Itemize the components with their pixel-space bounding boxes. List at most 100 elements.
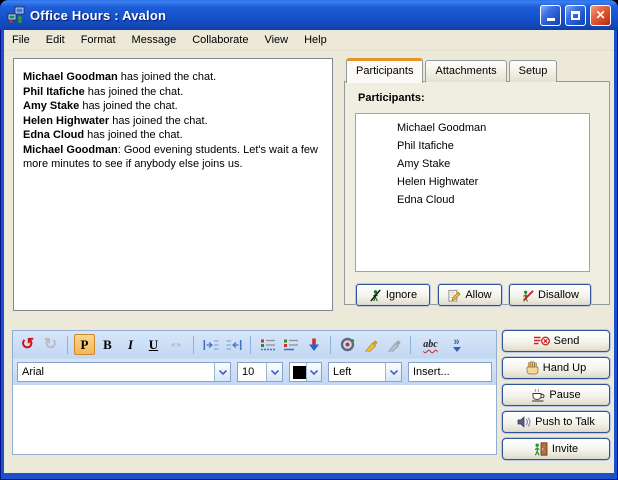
- more-tools-icon: »: [453, 338, 461, 352]
- redo-icon: ↻: [44, 337, 57, 353]
- down-arrow-icon: [308, 338, 320, 352]
- speaker-icon: [517, 416, 531, 428]
- app-window: Office Hours : Avalon ✕ File Edit Format…: [0, 0, 618, 480]
- toolbar-separator: [193, 336, 194, 354]
- spell-check-icon: abc: [423, 339, 437, 350]
- push-to-talk-button[interactable]: Push to Talk: [502, 411, 610, 433]
- close-icon: ✕: [595, 8, 605, 22]
- menu-edit[interactable]: Edit: [38, 31, 73, 49]
- allow-pencil-icon: [448, 289, 461, 302]
- format-painter-button[interactable]: [383, 334, 404, 355]
- minimize-button[interactable]: [540, 5, 561, 26]
- pause-button[interactable]: Pause: [502, 384, 610, 406]
- spell-check-button[interactable]: abc: [417, 334, 444, 355]
- symbols-button[interactable]: «»: [166, 334, 187, 355]
- italic-icon: I: [128, 337, 133, 353]
- scroll-to-bottom-button[interactable]: [303, 334, 324, 355]
- invite-door-icon: [534, 442, 548, 456]
- title-bar: Office Hours : Avalon ✕: [0, 0, 618, 30]
- alignment-value: Left: [329, 366, 385, 378]
- message-filter-button-2[interactable]: [280, 334, 301, 355]
- allow-label: Allow: [465, 289, 491, 301]
- paragraph-style-button[interactable]: P: [74, 334, 95, 355]
- disallow-person-icon: [521, 289, 534, 302]
- message-filter-button-1[interactable]: [257, 334, 278, 355]
- redo-button[interactable]: ↻: [40, 334, 61, 355]
- send-icon: [533, 335, 550, 347]
- chat-message: Amy Stake has joined the chat.: [23, 99, 324, 114]
- chevron-down-icon: [306, 363, 321, 381]
- hand-up-button[interactable]: Hand Up: [502, 357, 610, 379]
- toolbar-separator: [410, 336, 411, 354]
- tab-attachments[interactable]: Attachments: [425, 60, 506, 82]
- list-item[interactable]: Amy Stake: [356, 156, 589, 174]
- circular-arrows-button[interactable]: [337, 334, 358, 355]
- toolbar-separator: [67, 336, 68, 354]
- bold-button[interactable]: B: [97, 334, 118, 355]
- hand-icon: [526, 361, 539, 375]
- undo-icon: ↺: [21, 337, 34, 353]
- more-tools-button[interactable]: »: [446, 334, 467, 355]
- message-input[interactable]: [13, 385, 496, 454]
- ignore-button[interactable]: Ignore: [356, 284, 430, 306]
- font-toolbar: Arial 10 L: [13, 358, 496, 385]
- insert-combo[interactable]: Insert...: [408, 362, 492, 382]
- color-swatch: [293, 366, 306, 379]
- list-item[interactable]: Edna Cloud: [356, 192, 589, 210]
- symbols-icon: «»: [171, 340, 182, 349]
- participants-label: Participants:: [358, 92, 425, 104]
- menu-file[interactable]: File: [4, 31, 38, 49]
- minimize-icon: [547, 18, 555, 21]
- tab-setup[interactable]: Setup: [509, 60, 558, 82]
- font-name-value: Arial: [18, 366, 214, 378]
- font-size-value: 10: [238, 366, 266, 378]
- list-item[interactable]: Michael Goodman: [356, 120, 589, 138]
- green-marker-list-icon: [283, 338, 299, 351]
- allow-button[interactable]: Allow: [438, 284, 502, 306]
- menu-collaborate[interactable]: Collaborate: [184, 31, 256, 49]
- tab-participants[interactable]: Participants: [346, 58, 423, 83]
- toolbar-separator: [330, 336, 331, 354]
- pause-label: Pause: [549, 389, 580, 401]
- highlighter-icon: [364, 338, 378, 352]
- indent-decrease-icon: [226, 339, 242, 351]
- underline-button[interactable]: U: [143, 334, 164, 355]
- menu-view[interactable]: View: [256, 31, 296, 49]
- alignment-combo[interactable]: Left: [328, 362, 402, 382]
- insert-value: Insert...: [409, 366, 491, 378]
- chat-message: Helen Highwater has joined the chat.: [23, 114, 324, 129]
- font-name-combo[interactable]: Arial: [17, 362, 231, 382]
- chat-message: Michael Goodman: Good evening students. …: [23, 143, 324, 172]
- close-button[interactable]: ✕: [590, 5, 611, 26]
- circular-arrows-icon: [340, 337, 355, 352]
- italic-button[interactable]: I: [120, 334, 141, 355]
- maximize-button[interactable]: [565, 5, 586, 26]
- font-size-combo[interactable]: 10: [237, 362, 283, 382]
- indent-increase-button[interactable]: [200, 334, 221, 355]
- highlighter-button[interactable]: [360, 334, 381, 355]
- send-button[interactable]: Send: [502, 330, 610, 352]
- participants-list[interactable]: Michael Goodman Phil Itafiche Amy Stake …: [355, 113, 590, 272]
- indent-decrease-button[interactable]: [223, 334, 244, 355]
- text-color-combo[interactable]: [289, 362, 322, 382]
- invite-button[interactable]: Invite: [502, 438, 610, 460]
- maximize-icon: [571, 11, 580, 20]
- underline-icon: U: [149, 337, 158, 353]
- window-title: Office Hours : Avalon: [30, 8, 166, 23]
- tab-strip: Participants Attachments Setup: [346, 57, 557, 82]
- format-painter-icon: [387, 338, 401, 352]
- format-toolbar: ↺ ↻ P B I U «»: [13, 331, 496, 358]
- undo-button[interactable]: ↺: [17, 334, 38, 355]
- chat-log[interactable]: Michael Goodman has joined the chat. Phi…: [13, 58, 333, 311]
- participants-panel: Participants: Michael Goodman Phil Itafi…: [344, 81, 610, 305]
- list-item[interactable]: Phil Itafiche: [356, 138, 589, 156]
- menu-bar: File Edit Format Message Collaborate Vie…: [4, 30, 614, 51]
- coffee-cup-icon: [531, 389, 545, 402]
- list-item[interactable]: Helen Highwater: [356, 174, 589, 192]
- menu-format[interactable]: Format: [73, 31, 124, 49]
- bold-icon: B: [103, 337, 112, 353]
- menu-help[interactable]: Help: [296, 31, 335, 49]
- disallow-button[interactable]: Disallow: [509, 284, 591, 306]
- menu-message[interactable]: Message: [124, 31, 185, 49]
- indent-increase-icon: [203, 339, 219, 351]
